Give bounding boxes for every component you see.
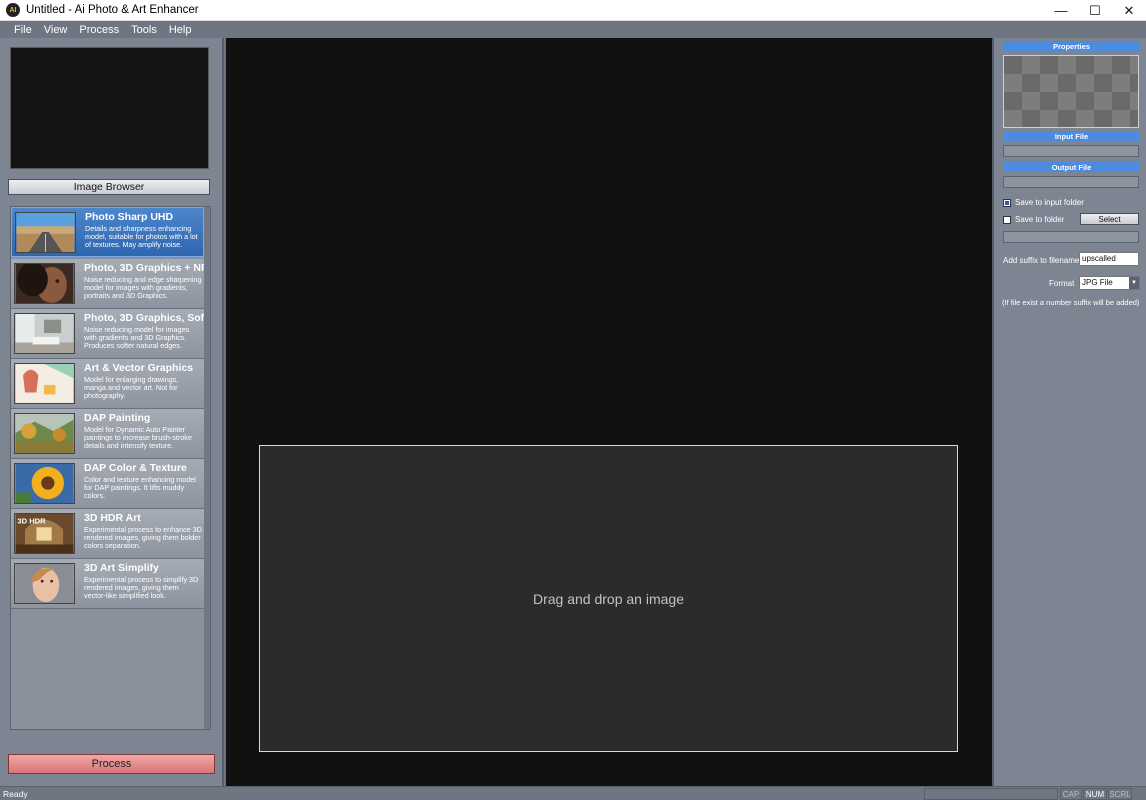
portrait-thumbnail	[14, 263, 75, 304]
caps-indicator: CAP	[1060, 788, 1082, 800]
model-title: 3D Art Simplify	[84, 562, 159, 574]
status-text: Ready	[3, 789, 28, 799]
save-input-folder-option[interactable]: Save to input folder	[1003, 198, 1084, 207]
model-item-photo-sharp-uhd[interactable]: Photo Sharp UHD Details and sharpness en…	[11, 207, 204, 257]
properties-panel: Properties Input File Output File Save t…	[992, 38, 1146, 786]
app-logo-icon: AI	[6, 3, 20, 17]
title-bar: AI Untitled - Ai Photo & Art Enhancer — …	[0, 0, 1146, 21]
save-input-folder-checkbox[interactable]	[1003, 198, 1011, 207]
output-preview	[1003, 55, 1139, 128]
save-to-folder-label: Save to folder	[1015, 215, 1065, 224]
model-title: DAP Color & Texture	[84, 462, 187, 474]
svg-text:3D HDR: 3D HDR	[17, 517, 46, 526]
format-select[interactable]: JPG File ▼	[1079, 276, 1140, 290]
model-title: 3D HDR Art	[84, 512, 141, 524]
suffix-note: (If file exist a number suffix will be a…	[1002, 298, 1140, 307]
menu-process[interactable]: Process	[73, 24, 125, 36]
input-file-header: Input File	[1003, 131, 1140, 141]
drop-zone[interactable]: Drag and drop an image	[259, 445, 958, 752]
model-item-photo-3d-nr[interactable]: Photo, 3D Graphics + NR Noise reducing a…	[11, 259, 209, 309]
close-icon[interactable]: ✕	[1112, 0, 1146, 21]
model-description: Details and sharpness enhancing model, s…	[85, 224, 198, 250]
model-description: Experimental process to enhance 3D rende…	[84, 525, 202, 551]
sunflower-thumbnail	[14, 463, 75, 504]
model-title: Art & Vector Graphics	[84, 362, 194, 374]
model-item-3d-hdr-art[interactable]: 3D HDR 3D HDR Art Experimental process t…	[11, 509, 204, 559]
road-landscape-thumbnail	[15, 212, 76, 253]
menu-file[interactable]: File	[8, 24, 38, 36]
model-item-3d-art-simplify[interactable]: 3D Art Simplify Experimental process to …	[11, 559, 204, 609]
save-input-folder-label: Save to input folder	[1015, 198, 1084, 207]
left-panel: Image Browser Photo Sharp UHD Details an…	[0, 38, 224, 786]
menu-bar: File View Process Tools Help	[0, 21, 1146, 38]
save-to-folder-option[interactable]: Save to folder	[1003, 215, 1064, 224]
vector-character-thumbnail	[14, 363, 75, 404]
model-list: Photo Sharp UHD Details and sharpness en…	[10, 206, 211, 730]
process-button[interactable]: Process	[8, 754, 215, 774]
window-title: Untitled - Ai Photo & Art Enhancer	[26, 4, 199, 16]
model-item-dap-painting[interactable]: DAP Painting Model for Dynamic Auto Pain…	[11, 409, 204, 459]
menu-help[interactable]: Help	[163, 24, 198, 36]
folder-path-field[interactable]	[1003, 231, 1139, 243]
window-controls: — ☐ ✕	[1044, 0, 1146, 21]
suffix-input[interactable]: upscalled	[1079, 252, 1139, 266]
format-value: JPG File	[1082, 278, 1113, 287]
model-description: Noise reducing and edge sharpening model…	[84, 275, 202, 301]
model-title: Photo Sharp UHD	[85, 211, 174, 223]
model-item-dap-color-texture[interactable]: DAP Color & Texture Color and texture en…	[11, 459, 204, 509]
model-item-art-vector[interactable]: Art & Vector Graphics Model for enlargin…	[11, 359, 204, 409]
suffix-label: Add suffix to filename	[1003, 256, 1080, 265]
maximize-icon[interactable]: ☐	[1078, 0, 1112, 21]
status-pane	[924, 788, 1058, 800]
output-file-header: Output File	[1003, 162, 1140, 172]
chevron-down-icon[interactable]: ▼	[1129, 277, 1139, 289]
image-preview	[10, 47, 209, 169]
save-to-folder-checkbox[interactable]	[1003, 215, 1011, 224]
painting-landscape-thumbnail	[14, 413, 75, 454]
model-description: Model for Dynamic Auto Painter paintings…	[84, 425, 192, 451]
minimize-icon[interactable]: —	[1044, 0, 1078, 21]
select-folder-button[interactable]: Select	[1080, 213, 1139, 225]
output-file-field[interactable]	[1003, 176, 1139, 188]
model-title: Photo, 3D Graphics + NR	[84, 262, 209, 274]
model-title: Photo, 3D Graphics, Soft	[84, 312, 208, 324]
model-description: Noise reducing model for images with gra…	[84, 325, 190, 351]
model-title: DAP Painting	[84, 412, 151, 424]
scroll-indicator: SCRL	[1108, 788, 1132, 800]
model-list-scrollbar[interactable]	[204, 207, 210, 729]
menu-tools[interactable]: Tools	[125, 24, 163, 36]
input-file-field[interactable]	[1003, 145, 1139, 157]
3d-face-thumbnail	[14, 563, 75, 604]
format-label: Format	[1049, 279, 1075, 288]
interior-room-thumbnail	[14, 313, 75, 354]
canvas-area: Drag and drop an image	[226, 38, 992, 786]
model-description: Experimental process to simplify 3D rend…	[84, 575, 199, 601]
model-item-photo-3d-soft[interactable]: Photo, 3D Graphics, Soft Noise reducing …	[11, 309, 208, 359]
model-description: Model for enlarging drawings, manga and …	[84, 375, 179, 401]
image-browser-button[interactable]: Image Browser	[8, 179, 210, 195]
properties-header: Properties	[1003, 41, 1140, 51]
model-description: Color and texture enhancing model for DA…	[84, 475, 196, 501]
3d-hall-thumbnail: 3D HDR	[14, 513, 75, 554]
num-indicator: NUM	[1083, 788, 1107, 800]
status-bar: Ready CAP NUM SCRL	[0, 786, 1146, 800]
drop-zone-text: Drag and drop an image	[533, 590, 684, 607]
menu-view[interactable]: View	[38, 24, 74, 36]
